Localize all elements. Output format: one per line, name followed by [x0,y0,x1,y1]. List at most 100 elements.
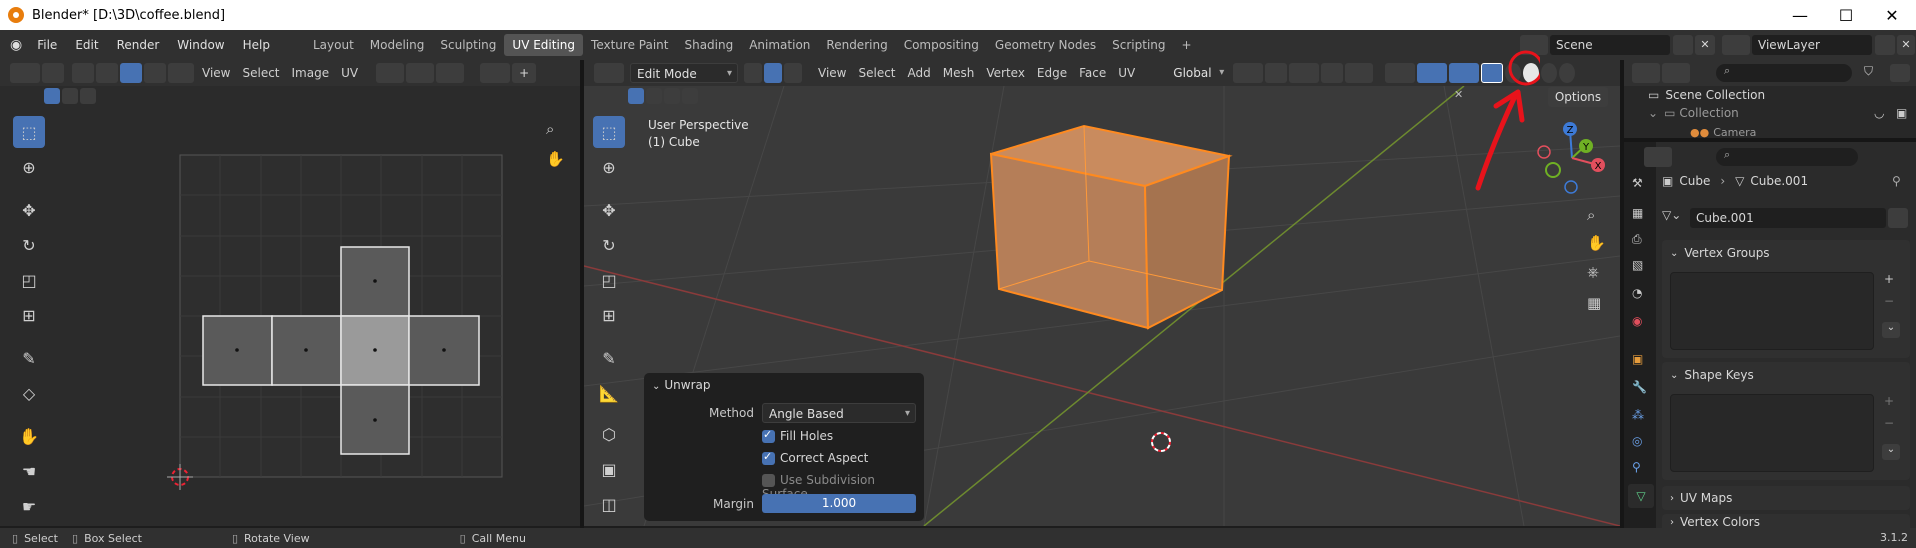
add-cube-tool-icon[interactable]: ⬡ [593,418,625,450]
tab-texture-paint[interactable]: Texture Paint [583,34,676,56]
hide-eye-icon[interactable]: ◡ [1874,106,1884,120]
options-dropdown[interactable]: Options [1548,87,1608,107]
outliner-collection-row[interactable]: ⌄ ▭ Collection ◡ ▣ [1648,106,1916,124]
unwrap-panel-header[interactable]: ⌄ Unwrap [652,378,711,392]
uv-sync-icon[interactable] [42,63,64,83]
tab-sculpting[interactable]: Sculpting [432,34,504,56]
image-browse-icon[interactable] [480,63,511,83]
viewport-move-tool-icon[interactable]: ✥ [593,194,625,226]
world-tab-icon[interactable]: ◉ [1632,314,1642,328]
select-new-icon[interactable] [44,88,60,104]
uv-menu-view[interactable]: View [196,63,236,83]
scale-tool-icon[interactable]: ◰ [13,264,45,296]
mesh-name-field[interactable]: Cube.001 [1690,208,1886,228]
pinch-tool-icon[interactable]: ☛ [13,490,45,522]
view-layer-icon[interactable] [1722,35,1750,55]
tab-modeling[interactable]: Modeling [362,34,433,56]
transform-orientation-dropdown[interactable]: Global [1151,63,1229,83]
annotate-tool-icon[interactable]: ✎ [13,342,45,374]
method-dropdown[interactable]: Angle Based [762,403,916,424]
proportional-edit-toggle-icon[interactable] [1321,63,1344,83]
sticky-select-icon[interactable] [168,63,194,83]
add-shape-key-icon[interactable]: + [1884,394,1894,408]
properties-search-icon[interactable]: ⌕ [1716,148,1858,166]
pin-icon[interactable]: ⚲ [1892,174,1901,188]
rip-tool-icon[interactable]: ◇ [13,377,45,409]
shape-keys-list[interactable] [1670,394,1874,472]
blender-menu-icon[interactable]: ◉ [10,37,22,53]
new-scene-icon[interactable] [1673,35,1693,55]
viewport-menu-edge[interactable]: Edge [1031,63,1073,83]
particles-tab-icon[interactable]: ⁂ [1632,408,1644,422]
viewport-select-subtract-icon[interactable] [664,88,680,104]
render-tab-icon[interactable]: ▦ [1632,206,1643,220]
viewport-cursor-tool-icon[interactable]: ⊕ [593,151,625,183]
uv-pan-icon[interactable]: ✋ [546,150,568,172]
select-box-tool-icon[interactable]: ⬚ [13,116,45,148]
pivot-icon[interactable] [376,63,405,83]
viewport-menu-uv[interactable]: UV [1112,63,1141,83]
filter-icon[interactable]: ⛉ [1864,64,1873,79]
viewport-menu-mesh[interactable]: Mesh [937,63,981,83]
mesh-data-tab-icon[interactable]: ▽ [1628,484,1654,508]
tab-shading[interactable]: Shading [676,34,741,56]
physics-tab-icon[interactable]: ◎ [1632,434,1642,448]
object-tab-icon[interactable]: ▣ [1632,352,1643,366]
uv-menu-uv[interactable]: UV [335,63,364,83]
move-tool-icon[interactable]: ✥ [13,194,45,226]
tab-uv-editing[interactable]: UV Editing [504,34,584,56]
outliner-camera-row[interactable]: ●● Camera [1690,126,1756,138]
new-image-icon[interactable]: + [512,63,537,83]
snap-toggle-icon[interactable] [1265,63,1288,83]
output-tab-icon[interactable]: ⎙ [1632,232,1642,247]
select-extend-icon[interactable] [62,88,78,104]
snap-icon[interactable] [406,63,435,83]
select-subtract-icon[interactable] [80,88,96,104]
grab-tool-icon[interactable]: ✋ [13,420,45,452]
minimize-button[interactable]: — [1777,0,1823,30]
vertex-groups-header[interactable]: ⌄ Vertex Groups [1670,242,1770,264]
menu-file[interactable]: File [28,38,66,52]
outliner-editor-type-icon[interactable] [1632,63,1660,83]
delete-view-layer-icon[interactable]: ✕ [1897,35,1915,55]
tab-geometry-nodes[interactable]: Geometry Nodes [987,34,1104,56]
inset-tool-icon[interactable]: ◫ [593,488,625,520]
fake-user-shield-icon[interactable] [1888,208,1908,228]
proportional-falloff-icon[interactable] [1345,63,1374,83]
face-select-icon[interactable] [120,63,142,83]
menu-help[interactable]: Help [234,38,279,52]
proportional-edit-icon[interactable] [436,63,465,83]
viewport-menu-select[interactable]: Select [852,63,901,83]
edge-mode-icon[interactable] [764,63,782,83]
tab-scripting[interactable]: Scripting [1104,34,1173,56]
transform-tool-icon[interactable]: ⊞ [13,299,45,331]
shape-key-specials-icon[interactable]: ⌄ [1882,444,1900,460]
view-layer-field[interactable]: ViewLayer [1752,35,1872,55]
fill-holes-checkbox[interactable]: Fill Holes [762,428,833,443]
viewport-menu-add[interactable]: Add [902,63,937,83]
remove-shape-key-icon[interactable]: − [1884,416,1894,430]
modifier-tab-icon[interactable]: 🔧 [1632,380,1647,394]
3d-cursor-icon[interactable] [1151,432,1171,452]
object-visibility-icon[interactable] [1385,63,1416,83]
uv-grid-canvas[interactable] [140,150,520,490]
extrude-tool-icon[interactable]: ▣ [593,453,625,485]
tab-rendering[interactable]: Rendering [818,34,895,56]
viewport-menu-vertex[interactable]: Vertex [980,63,1031,83]
perspective-toggle-icon[interactable]: ▦ [1587,294,1601,312]
rotate-tool-icon[interactable]: ↻ [13,229,45,261]
scene-tab-icon[interactable]: ◔ [1632,286,1642,300]
uv-zoom-icon[interactable]: ⌕ [546,120,568,142]
gizmo-toggle-icon[interactable] [1417,63,1448,83]
add-vertex-group-icon[interactable]: + [1884,272,1894,286]
viewport-annotate-tool-icon[interactable]: ✎ [593,342,625,374]
camera-view-icon[interactable]: ⎈ [1587,263,1599,281]
mode-dropdown[interactable]: Edit Mode [630,63,738,84]
tab-compositing[interactable]: Compositing [896,34,987,56]
navigation-gizmo[interactable]: Z Y X [1530,118,1614,198]
close-window-button[interactable]: ✕ [1869,0,1915,30]
edge-select-icon[interactable] [96,63,118,83]
face-mode-icon[interactable] [784,63,802,83]
rendered-shading-icon[interactable] [1559,63,1576,83]
scene-name-field[interactable]: Scene [1550,35,1670,55]
